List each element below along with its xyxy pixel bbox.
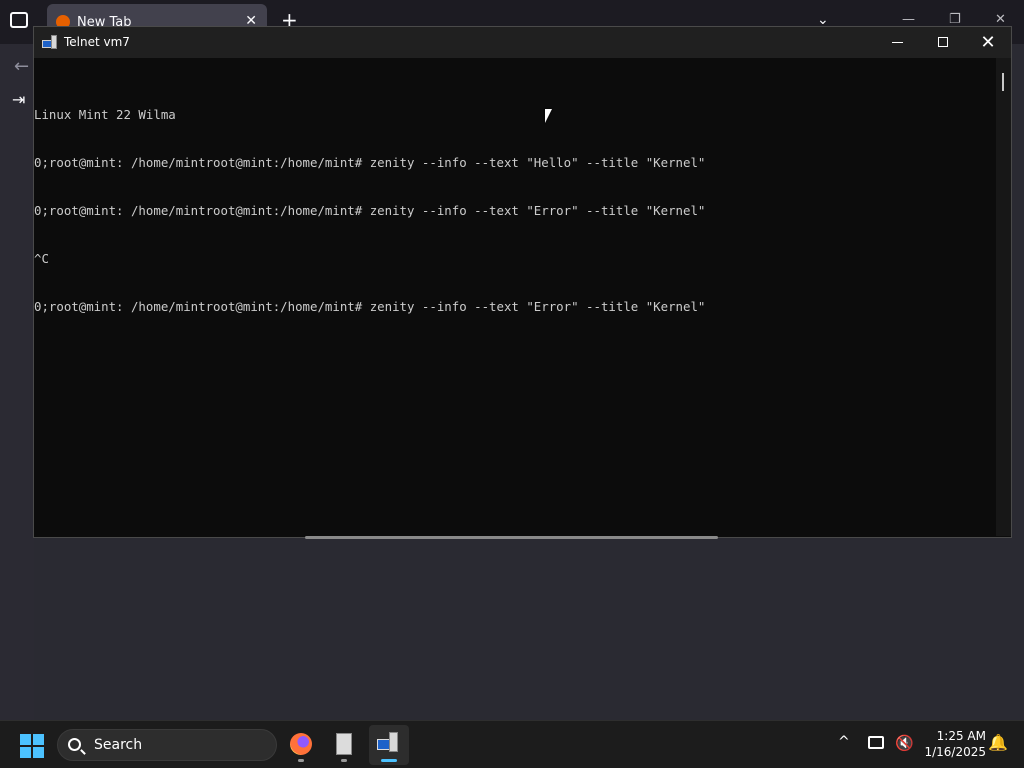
minimize-button[interactable] bbox=[874, 27, 920, 58]
start-button[interactable] bbox=[20, 734, 44, 758]
notification-bell-icon[interactable]: 🔔 bbox=[988, 733, 1008, 752]
browser-close-button[interactable]: ✕ bbox=[995, 12, 1006, 27]
browser-minimize-button[interactable]: — bbox=[902, 12, 915, 27]
telnet-titlebar[interactable]: Telnet vm7 ✕ bbox=[34, 27, 1011, 58]
mouse-pointer-icon bbox=[545, 109, 552, 123]
telnet-window: Telnet vm7 ✕ Linux Mint 22 Wilma 0;root@… bbox=[33, 26, 1012, 539]
close-button[interactable]: ✕ bbox=[965, 27, 1011, 58]
terminal-line: 0;root@mint: /home/mintroot@mint:/home/m… bbox=[34, 299, 706, 314]
back-arrow-icon[interactable]: ← bbox=[14, 56, 29, 77]
vertical-scrollbar[interactable] bbox=[996, 58, 1011, 536]
clock[interactable]: 1:25 AM 1/16/2025 bbox=[918, 728, 986, 760]
search-icon bbox=[68, 738, 81, 751]
tab-list-icon[interactable] bbox=[10, 12, 28, 28]
maximize-button[interactable] bbox=[920, 27, 966, 58]
show-hidden-icons-chevron-icon[interactable]: ^ bbox=[838, 734, 850, 750]
clock-time: 1:25 AM bbox=[936, 729, 986, 743]
terminal-line: 0;root@mint: /home/mintroot@mint:/home/m… bbox=[34, 203, 706, 218]
horizontal-scrollbar-thumb[interactable] bbox=[305, 536, 718, 539]
taskbar-app-telnet[interactable] bbox=[369, 725, 409, 765]
sign-in-icon[interactable]: ⇥ bbox=[12, 90, 25, 109]
terminal-line: Linux Mint 22 Wilma bbox=[34, 107, 176, 122]
telnet-app-icon bbox=[42, 35, 58, 49]
search-label: Search bbox=[94, 737, 143, 753]
search-input[interactable]: Search bbox=[57, 729, 277, 761]
terminal-line: ^C bbox=[34, 251, 49, 266]
volume-muted-icon[interactable]: 🔇 bbox=[895, 734, 914, 752]
taskbar-app-notepad[interactable] bbox=[324, 725, 364, 765]
terminal-line: 0;root@mint: /home/mintroot@mint:/home/m… bbox=[34, 155, 706, 170]
terminal-output[interactable]: Linux Mint 22 Wilma 0;root@mint: /home/m… bbox=[34, 58, 996, 536]
notepad-icon bbox=[336, 733, 352, 755]
taskbar-app-firefox[interactable] bbox=[281, 725, 321, 765]
network-icon[interactable] bbox=[868, 736, 884, 749]
window-title: Telnet vm7 bbox=[64, 35, 130, 49]
browser-sidebar: ← ⇥ bbox=[0, 44, 34, 720]
vertical-scrollbar-thumb[interactable] bbox=[1002, 73, 1004, 91]
taskbar: Search ^ 🔇 1:25 AM 1/16/2025 🔔 bbox=[0, 720, 1024, 768]
clock-date: 1/16/2025 bbox=[924, 745, 986, 759]
firefox-icon bbox=[290, 733, 312, 755]
browser-restore-button[interactable]: ❐ bbox=[949, 12, 961, 27]
